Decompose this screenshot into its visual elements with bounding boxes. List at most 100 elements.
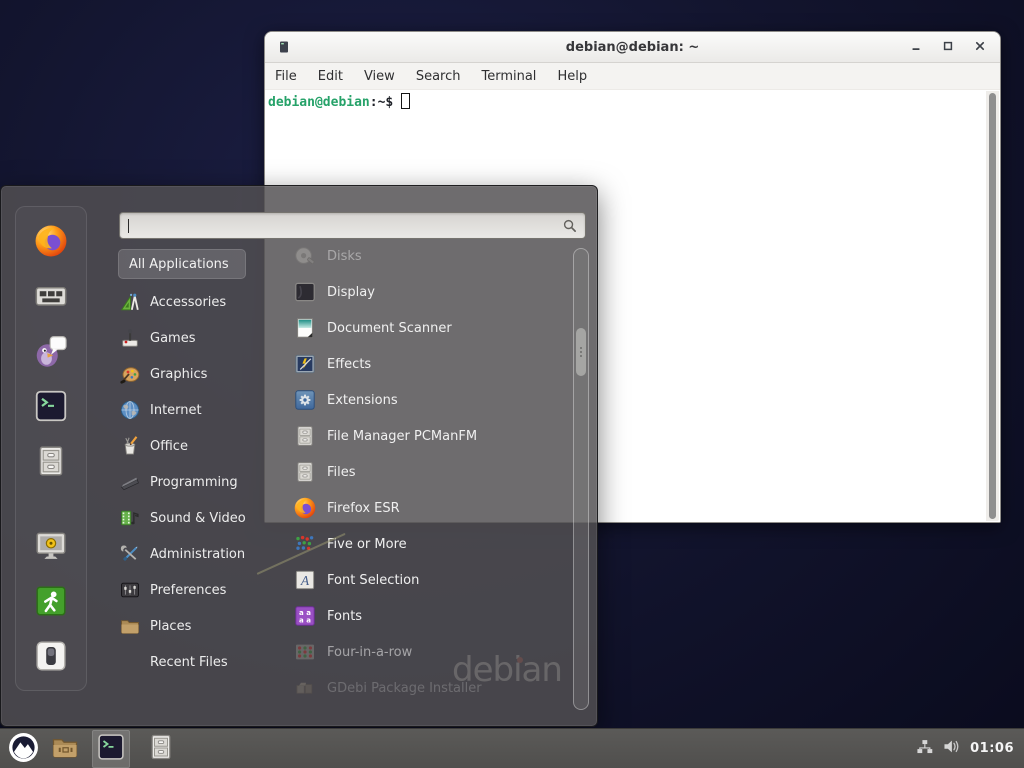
app-item[interactable]: Four-in-a-row bbox=[267, 634, 573, 670]
menubar-item[interactable]: View bbox=[364, 69, 395, 84]
file-cabinet-icon bbox=[293, 460, 317, 484]
folder-icon bbox=[50, 732, 80, 765]
app-item[interactable]: Display bbox=[267, 274, 573, 310]
search-input[interactable] bbox=[119, 212, 586, 239]
taskbar-launcher[interactable] bbox=[92, 730, 130, 768]
terminal-cursor bbox=[401, 93, 410, 109]
document-scanner-icon bbox=[293, 316, 317, 340]
category-item[interactable]: Preferences bbox=[118, 572, 268, 608]
terminal-menubar: File Edit View Search Terminal Help bbox=[265, 63, 1000, 90]
svg-text:a a: a a bbox=[299, 617, 311, 625]
application-menu: All Applications Accessories Games Graph… bbox=[0, 185, 598, 727]
lock-screen-icon bbox=[33, 528, 69, 567]
extensions-icon bbox=[293, 388, 317, 412]
preferences-icon bbox=[118, 578, 142, 602]
logout-icon bbox=[33, 583, 69, 622]
graphics-icon bbox=[118, 362, 142, 386]
status-icon[interactable] bbox=[942, 737, 961, 760]
category-item[interactable]: Office bbox=[118, 428, 268, 464]
category-item[interactable]: Sound & Video bbox=[118, 500, 268, 536]
effects-icon bbox=[293, 352, 317, 376]
prompt-user-host: debian@debian bbox=[268, 95, 370, 110]
menubar-item[interactable]: File bbox=[275, 69, 297, 84]
taskbar: 01:06 bbox=[0, 728, 1024, 768]
taskbar-launchers bbox=[40, 730, 178, 768]
favorite-launcher[interactable] bbox=[32, 388, 70, 426]
app-item[interactable]: Files bbox=[267, 454, 573, 490]
display-icon bbox=[293, 280, 317, 304]
menubar-item[interactable]: Terminal bbox=[481, 69, 536, 84]
menubar-item[interactable]: Edit bbox=[318, 69, 343, 84]
favorite-launcher[interactable] bbox=[32, 443, 70, 481]
accessories-icon bbox=[118, 290, 142, 314]
category-item[interactable]: Places bbox=[118, 608, 268, 644]
sound-video-icon bbox=[118, 506, 142, 530]
session-button[interactable] bbox=[32, 528, 70, 566]
app-item[interactable]: Five or More bbox=[267, 526, 573, 562]
minimize-icon bbox=[910, 40, 922, 55]
favorite-launcher[interactable] bbox=[32, 333, 70, 371]
terminal-icon bbox=[96, 732, 126, 765]
gdebi-icon bbox=[293, 676, 317, 700]
minimize-button[interactable] bbox=[906, 37, 926, 57]
maximize-icon bbox=[942, 40, 954, 55]
internet-icon bbox=[118, 398, 142, 422]
firefox-icon bbox=[293, 496, 317, 520]
close-icon bbox=[974, 40, 986, 55]
clock[interactable]: 01:06 bbox=[970, 741, 1014, 756]
programming-icon bbox=[118, 470, 142, 494]
app-item[interactable]: Effects bbox=[267, 346, 573, 382]
terminal-icon bbox=[33, 388, 69, 427]
category-item[interactable]: Accessories bbox=[118, 284, 268, 320]
network-icon bbox=[915, 737, 934, 760]
category-item[interactable]: Programming bbox=[118, 464, 268, 500]
taskbar-launcher[interactable] bbox=[48, 731, 82, 767]
app-item[interactable]: File Manager PCManFM bbox=[267, 418, 573, 454]
volume-icon bbox=[942, 737, 961, 760]
category-list: Accessories Games Graphics Internet bbox=[118, 284, 268, 680]
terminal-scrollbar[interactable] bbox=[986, 91, 999, 521]
close-button[interactable] bbox=[970, 37, 990, 57]
window-title: debian@debian: ~ bbox=[265, 40, 1000, 55]
prompt-path: :~$ bbox=[370, 95, 393, 110]
favorite-launcher[interactable] bbox=[32, 223, 70, 261]
maximize-button[interactable] bbox=[938, 37, 958, 57]
session-button[interactable] bbox=[32, 583, 70, 621]
session-button[interactable] bbox=[32, 638, 70, 676]
font-selection-icon: A bbox=[293, 568, 317, 592]
app-item[interactable]: Disks bbox=[267, 238, 573, 274]
keyboard-icon bbox=[33, 278, 69, 317]
all-applications-button[interactable]: All Applications bbox=[118, 249, 246, 279]
app-item[interactable]: GDebi Package Installer bbox=[267, 670, 573, 706]
app-item[interactable]: Document Scanner bbox=[267, 310, 573, 346]
app-item[interactable]: Extensions bbox=[267, 382, 573, 418]
terminal-titlebar[interactable]: debian@debian: ~ bbox=[265, 32, 1000, 63]
app-item[interactable]: a aa a Fonts bbox=[267, 598, 573, 634]
application-list: Disks Display Document Scanner Effects bbox=[267, 238, 573, 708]
category-item[interactable]: Administration bbox=[118, 536, 268, 572]
menubar-item[interactable]: Search bbox=[416, 69, 461, 84]
places-icon bbox=[118, 614, 142, 638]
menu-scrollbar-thumb[interactable] bbox=[576, 328, 586, 376]
category-item[interactable]: Recent Files bbox=[118, 644, 268, 680]
desktop: debian debian@debian: ~ bbox=[0, 0, 1024, 768]
system-tray: 01:06 bbox=[915, 737, 1018, 760]
administration-icon bbox=[118, 542, 142, 566]
favorite-launcher[interactable] bbox=[32, 278, 70, 316]
menu-button[interactable] bbox=[6, 732, 40, 766]
app-item[interactable]: Firefox ESR bbox=[267, 490, 573, 526]
status-icons bbox=[915, 737, 961, 760]
session-buttons bbox=[32, 528, 70, 676]
menu-scrollbar[interactable] bbox=[573, 248, 589, 710]
category-item[interactable]: Graphics bbox=[118, 356, 268, 392]
taskbar-launcher[interactable] bbox=[144, 731, 178, 767]
file-cabinet-icon bbox=[293, 424, 317, 448]
terminal-scrollbar-thumb[interactable] bbox=[989, 93, 996, 519]
status-icon[interactable] bbox=[915, 737, 934, 760]
menubar-item[interactable]: Help bbox=[557, 69, 587, 84]
category-item[interactable]: Games bbox=[118, 320, 268, 356]
search-icon bbox=[562, 218, 577, 233]
category-item[interactable]: Internet bbox=[118, 392, 268, 428]
app-item[interactable]: A Font Selection bbox=[267, 562, 573, 598]
text-caret bbox=[128, 219, 129, 233]
